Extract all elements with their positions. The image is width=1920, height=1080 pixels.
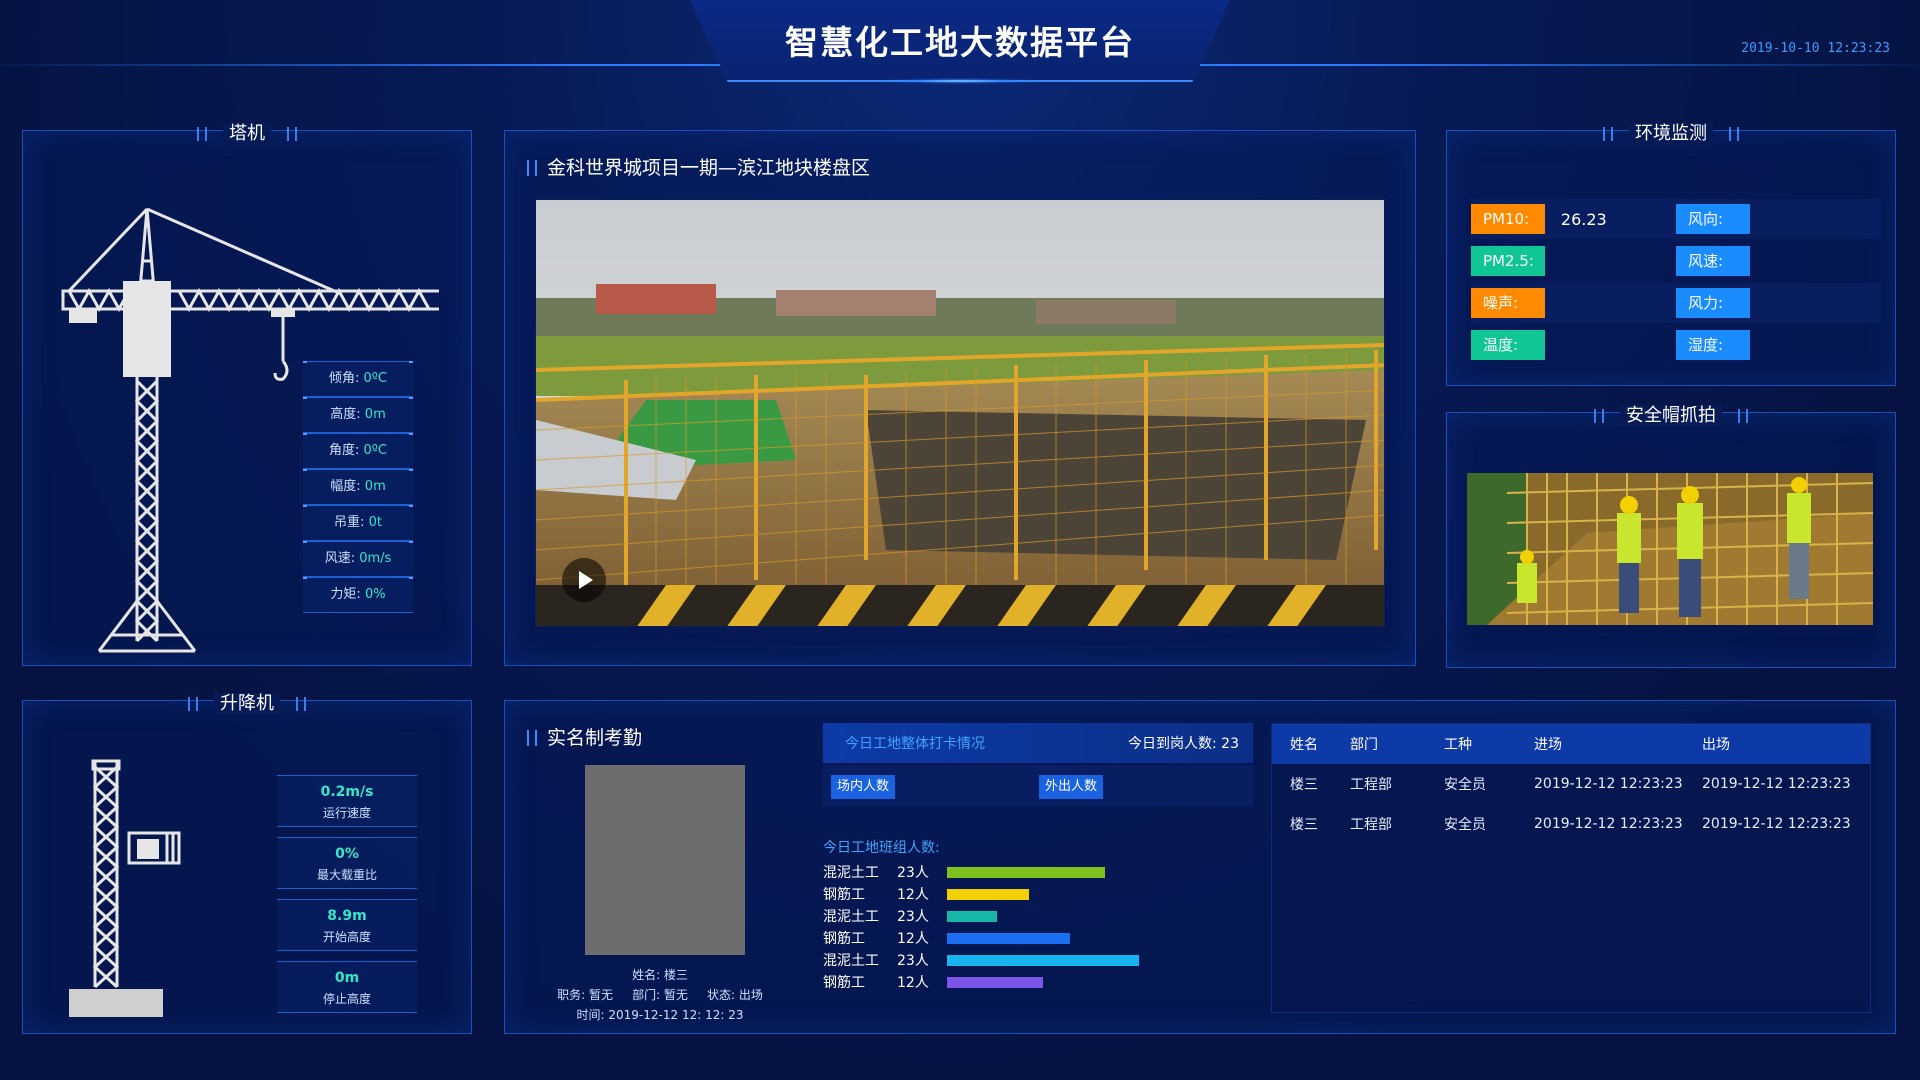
crane-stat-height: 高度: 0m xyxy=(303,397,413,433)
table-header: 姓名 部门 工种 进场 出场 xyxy=(1272,724,1870,764)
site-video-scene xyxy=(536,200,1384,626)
env-label-pm25: PM2.5: xyxy=(1471,246,1545,276)
team-list: 混泥土工 23人 钢筋工 12人 混泥土工 23人 钢筋工 12人 混泥土工 23人 钢筋… xyxy=(823,861,1183,993)
tower-crane-panel: 塔机 倾角: 0ºC 高度: 0m 角度: 0ºC 幅度: 0m 吊重: 0t … xyxy=(22,123,472,666)
person-time: 时间: 2019-12-12 12: 12: 23 xyxy=(576,1008,744,1022)
env-row-3: 噪声: 风力: xyxy=(1471,283,1881,323)
elevator-stat-load-ratio: 0% 最大载重比 xyxy=(277,837,417,889)
elevator-stat-stop-height: 0m 停止高度 xyxy=(277,961,417,1013)
env-label-pm10: PM10: xyxy=(1471,204,1545,234)
checkin-body: 场内人数 外出人数 xyxy=(823,765,1253,807)
person-name: 姓名: 楼三 xyxy=(632,968,688,982)
video-panel: 金科世界城项目一期—滨江地块楼盘区 xyxy=(504,130,1416,666)
team-bar xyxy=(947,932,1070,944)
table-row[interactable]: 楼三 工程部 安全员 2019-12-12 12:23:23 2019-12-1… xyxy=(1272,764,1870,804)
environment-title: 环境监测 xyxy=(1447,119,1895,145)
team-bar xyxy=(947,954,1139,966)
tower-crane-stats: 倾角: 0ºC 高度: 0m 角度: 0ºC 幅度: 0m 吊重: 0t 风速:… xyxy=(303,361,413,613)
team-row: 钢筋工 12人 xyxy=(823,971,1183,993)
team-row: 混泥土工 23人 xyxy=(823,861,1183,883)
team-bar xyxy=(947,888,1029,900)
elevator-title: 升降机 xyxy=(23,689,471,715)
env-label-wind-force: 风力: xyxy=(1676,288,1750,318)
env-row-4: 温度: 湿度: xyxy=(1471,325,1881,365)
site-video[interactable] xyxy=(535,199,1385,627)
environment-panel: 环境监测 PM10: 26.23 风向: PM2.5: 风速: 噪声: 风力: … xyxy=(1446,123,1896,386)
team-row: 混泥土工 23人 xyxy=(823,949,1183,971)
helmet-title: 安全帽抓拍 xyxy=(1447,401,1895,427)
elevator-stat-start-height: 8.9m 开始高度 xyxy=(277,899,417,951)
page-title: 智慧化工地大数据平台 xyxy=(785,23,1135,62)
helmet-snapshot[interactable] xyxy=(1467,473,1873,625)
team-row: 钢筋工 12人 xyxy=(823,883,1183,905)
table-row[interactable]: 楼三 工程部 安全员 2019-12-12 12:23:23 2019-12-1… xyxy=(1272,804,1870,844)
env-label-humidity: 湿度: xyxy=(1676,330,1750,360)
person-photo xyxy=(585,765,745,955)
helmet-panel: 安全帽抓拍 xyxy=(1446,405,1896,668)
elevator-stats: 0.2m/s 运行速度 0% 最大载重比 8.9m 开始高度 0m 停止高度 xyxy=(277,775,417,1023)
person-details: 职务: 暂无 部门: 暂无 状态: 出场 xyxy=(557,988,763,1002)
env-label-wind-direction: 风向: xyxy=(1676,204,1750,234)
person-info: 姓名: 楼三 职务: 暂无 部门: 暂无 状态: 出场 时间: 2019-12-… xyxy=(535,965,785,1025)
checkin-count: 今日到岗人数: 23 xyxy=(1128,736,1239,752)
datetime: 2019-10-10 12:23:23 xyxy=(1741,41,1890,56)
team-title: 今日工地班组人数: xyxy=(823,840,940,856)
video-title: 金科世界城项目一期—滨江地块楼盘区 xyxy=(527,153,870,180)
env-row-2: PM2.5: 风速: xyxy=(1471,241,1881,281)
elevator-panel: 升降机 0.2m/s 运行速度 0% 最大载重比 8.9m 开始高度 0m 停止高度 xyxy=(22,693,472,1034)
tower-crane-title: 塔机 xyxy=(23,119,471,145)
crane-stat-range: 幅度: 0m xyxy=(303,469,413,505)
checkin-header: 今日工地整体打卡情况 今日到岗人数: 23 xyxy=(823,723,1253,763)
play-button[interactable] xyxy=(562,558,606,602)
crane-stat-torque: 力矩: 0% xyxy=(303,577,413,613)
helmet-snapshot-scene xyxy=(1467,473,1873,625)
env-label-temperature: 温度: xyxy=(1471,330,1545,360)
crane-stat-load: 吊重: 0t xyxy=(303,505,413,541)
env-label-noise: 噪声: xyxy=(1471,288,1545,318)
env-row-1: PM10: 26.23 风向: xyxy=(1471,199,1881,239)
checkin-title: 今日工地整体打卡情况 xyxy=(845,736,985,752)
team-bar xyxy=(947,866,1105,878)
outside-count-chip[interactable]: 外出人数 xyxy=(1039,775,1104,799)
team-bar xyxy=(947,976,1043,988)
team-bar xyxy=(947,910,997,922)
team-row: 混泥土工 23人 xyxy=(823,905,1183,927)
header-glow xyxy=(880,78,1040,84)
elevator-stat-speed: 0.2m/s 运行速度 xyxy=(277,775,417,827)
attendance-title: 实名制考勤 xyxy=(527,723,642,750)
crane-stat-tilt: 倾角: 0ºC xyxy=(303,361,413,397)
crane-stat-angle: 角度: 0ºC xyxy=(303,433,413,469)
attendance-panel: 实名制考勤 姓名: 楼三 职务: 暂无 部门: 暂无 状态: 出场 时间: 20… xyxy=(504,700,1896,1034)
onsite-count-chip[interactable]: 场内人数 xyxy=(831,775,896,799)
env-value-pm10: 26.23 xyxy=(1560,209,1607,229)
environment-grid: PM10: 26.23 风向: PM2.5: 风速: 噪声: 风力: 温度: 湿… xyxy=(1471,199,1881,367)
env-label-wind-speed: 风速: xyxy=(1676,246,1750,276)
elevator-icon xyxy=(69,759,181,1017)
crane-stat-wind: 风速: 0m/s xyxy=(303,541,413,577)
attendance-records-table: 姓名 部门 工种 进场 出场 楼三 工程部 安全员 2019-12-12 12:… xyxy=(1271,723,1871,1013)
team-row: 钢筋工 12人 xyxy=(823,927,1183,949)
